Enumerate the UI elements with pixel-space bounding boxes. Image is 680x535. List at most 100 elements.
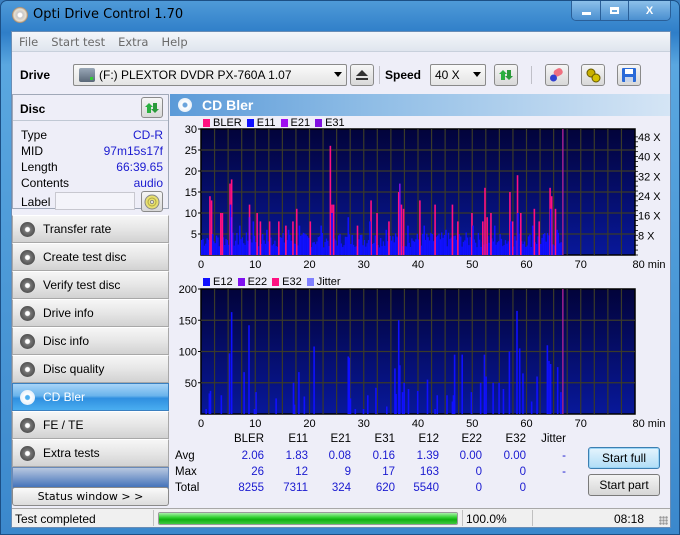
menu-extra[interactable]: Extra (118, 35, 148, 49)
transfer-rate-icon (20, 221, 35, 237)
bar-e11 (465, 232, 467, 255)
bar-e12 (479, 382, 482, 414)
bar-e11 (201, 240, 203, 255)
eject-button[interactable] (350, 64, 374, 86)
bar-e11 (507, 241, 509, 255)
nav-verify-test-disc[interactable]: Verify test disc (12, 271, 169, 299)
bar-bler (511, 221, 514, 255)
close-icon: X (645, 4, 654, 17)
bar-e11 (447, 232, 450, 255)
nav-label: FE / TE (43, 418, 84, 432)
nav-extra-tests[interactable]: Extra tests (12, 439, 169, 467)
bar-e11 (244, 244, 246, 255)
disc-label-input[interactable] (55, 192, 135, 210)
bar-e11 (474, 242, 477, 255)
bar-e11 (374, 235, 376, 255)
bar-e11 (530, 247, 532, 255)
bar-e11 (559, 243, 561, 255)
nav-disc-quality[interactable]: Disc quality (12, 355, 169, 383)
bar-e11 (394, 233, 397, 255)
x-tick-label: 60 (520, 259, 532, 271)
stats-header: E32 (505, 433, 526, 445)
resize-grip[interactable] (659, 516, 668, 525)
app-window: Opti Drive Control 1.70 X File Start tes… (0, 0, 680, 535)
bar-e11 (317, 237, 319, 255)
progress-percent: 100.0% (466, 512, 507, 526)
bar-e11 (492, 241, 494, 255)
bar-e11 (224, 245, 226, 255)
y-tick-label: 15 (185, 187, 197, 199)
bar-e11 (545, 241, 547, 255)
bar-e11 (390, 240, 393, 255)
drive-select[interactable]: (F:) PLEXTOR DVDR PX-760A 1.07 (73, 64, 347, 86)
bar-e11 (517, 213, 519, 255)
close-button[interactable]: X (628, 1, 670, 20)
bar-e11 (369, 221, 371, 255)
bar-e11 (327, 240, 329, 255)
nav-drive-info[interactable]: Drive info (12, 299, 169, 327)
bar-e12 (426, 379, 429, 414)
status-window-button[interactable]: Status window > > (12, 487, 169, 506)
bar-e11 (461, 246, 463, 255)
bar-e11 (431, 234, 433, 255)
menu-help[interactable]: Help (161, 35, 187, 49)
extra-tests-icon (20, 445, 35, 461)
bar-e11 (439, 239, 442, 255)
bar-e11 (350, 243, 352, 255)
bar-e11 (234, 240, 237, 255)
bar-e11 (347, 217, 350, 255)
nav-fe-te[interactable]: FE / TE (12, 411, 169, 439)
disc-refresh-button[interactable] (141, 97, 163, 118)
bar-e12 (395, 394, 397, 414)
stats-header: E11 (288, 433, 308, 445)
maximize-button[interactable] (600, 1, 628, 20)
bar-e11 (266, 229, 268, 255)
x-tick-label: 10 (249, 259, 261, 271)
bar-e12 (255, 392, 257, 414)
bar-bler (285, 225, 287, 255)
x-tick-label: 0 (198, 259, 204, 271)
bar-e12 (293, 404, 296, 414)
menu-start-test[interactable]: Start test (51, 35, 105, 49)
nav-transfer-rate[interactable]: Transfer rate (12, 215, 169, 243)
speed-select[interactable]: 40 X (430, 64, 486, 86)
bar-e12 (498, 382, 500, 414)
bar-e11 (343, 245, 345, 255)
nav-disc-info[interactable]: Disc info (12, 327, 169, 355)
disc-key: Length (21, 160, 58, 174)
bar-e12 (546, 345, 549, 414)
bar-e11 (314, 244, 317, 255)
bar-e11 (540, 243, 542, 255)
refresh-speed-button[interactable] (494, 64, 518, 86)
start-part-button[interactable]: Start part (588, 474, 660, 496)
refresh-icon (145, 102, 159, 113)
nav-create-test-disc[interactable]: Create test disc (12, 243, 169, 271)
disc-label-key: Label (21, 195, 51, 209)
stats-cell: 1.39 (416, 450, 439, 462)
erase-button[interactable] (545, 64, 569, 86)
start-full-button[interactable]: Start full (588, 447, 660, 469)
bar-e11 (272, 244, 275, 255)
bar-e11 (479, 239, 481, 255)
bar-bler (451, 204, 454, 255)
minimize-button[interactable] (572, 1, 600, 20)
bar-bler (295, 208, 298, 255)
nav-cd-bler[interactable]: CD Bler (12, 383, 169, 411)
bar-e11 (294, 243, 296, 255)
nav-label: Disc quality (43, 362, 105, 376)
menu-file[interactable]: File (19, 35, 38, 49)
disc-value: audio (133, 176, 163, 190)
x-tick-label: 40 (412, 259, 424, 271)
bar-e12 (556, 367, 559, 414)
bar-e11 (335, 240, 337, 255)
settings-button[interactable] (581, 64, 605, 86)
bar-e11 (225, 238, 227, 255)
status-bar: Test completed 100.0% 08:18 (12, 508, 670, 527)
bar-e11 (531, 225, 534, 255)
bar-e11 (226, 240, 229, 255)
disc-label-button[interactable] (141, 191, 163, 212)
bar-e11 (500, 238, 503, 255)
save-button[interactable] (617, 64, 641, 86)
stats-header: BLER (233, 433, 264, 445)
bar-e12 (354, 409, 357, 414)
